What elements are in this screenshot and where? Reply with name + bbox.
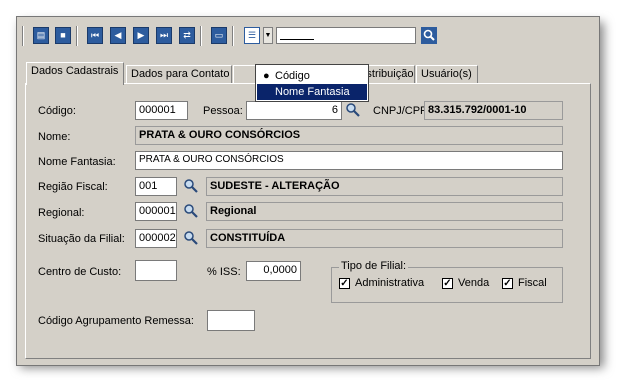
centro-custo-field[interactable] xyxy=(135,260,177,281)
menu-item-label: Código xyxy=(275,70,310,82)
nome-value: PRATA & OURO CONSÓRCIOS xyxy=(135,126,563,145)
next-record-icon[interactable]: ▶ xyxy=(133,27,149,44)
codigo-field[interactable]: 000001 xyxy=(135,101,188,120)
menu-item-codigo[interactable]: ● Código xyxy=(257,68,367,84)
tipo-filial-legend: Tipo de Filial: xyxy=(339,260,409,272)
situacao-field[interactable]: 000002 xyxy=(135,229,177,248)
administrativa-label: Administrativa xyxy=(355,277,425,289)
regiao-fiscal-desc: SUDESTE - ALTERAÇÃO xyxy=(206,177,563,196)
cnpj-label: CNPJ/CPF: xyxy=(373,105,430,117)
venda-checkbox[interactable]: ✓ xyxy=(442,278,453,289)
first-record-icon[interactable]: ⏮ xyxy=(87,27,103,44)
last-record-icon[interactable]: ⏭ xyxy=(156,27,172,44)
search-icon[interactable] xyxy=(183,203,199,219)
regiao-fiscal-label: Região Fiscal: xyxy=(38,181,108,193)
situacao-desc: CONSTITUÍDA xyxy=(206,229,563,248)
list-icon[interactable]: ☰ xyxy=(244,27,260,44)
toolbar: ▤ ■ ⏮ ◀ ▶ ⏭ ⇄ ▭ ☰ ▼ xyxy=(17,17,599,55)
pessoa-label: Pessoa: xyxy=(203,105,243,117)
chevron-down-icon[interactable]: ▼ xyxy=(263,27,273,44)
tab-dados-para-contato[interactable]: Dados para Contato xyxy=(126,65,232,84)
tab-dados-cadastrais[interactable]: Dados Cadastrais xyxy=(26,62,124,85)
regional-label: Regional: xyxy=(38,207,85,219)
toolbar-separator xyxy=(76,26,78,46)
regiao-fiscal-field[interactable]: 001 xyxy=(135,177,177,196)
nome-label: Nome: xyxy=(38,131,71,143)
regional-field[interactable]: 000001 xyxy=(135,202,177,221)
toolbar-separator xyxy=(200,26,202,46)
tab-label: Usuário(s) xyxy=(421,68,472,80)
situacao-label: Situação da Filial: xyxy=(38,233,125,245)
fiscal-checkbox[interactable]: ✓ xyxy=(502,278,513,289)
new-document-icon[interactable]: ▤ xyxy=(33,27,49,44)
codigo-label: Código: xyxy=(38,105,76,117)
administrativa-checkbox[interactable]: ✓ xyxy=(339,278,350,289)
toolbar-separator xyxy=(232,26,234,46)
previous-record-icon[interactable]: ◀ xyxy=(110,27,126,44)
tab-label: Dados para Contato xyxy=(131,68,230,80)
menu-item-nome-fantasia[interactable]: Nome Fantasia xyxy=(257,84,367,100)
search-icon[interactable] xyxy=(345,102,361,118)
iss-field[interactable]: 0,0000 xyxy=(246,261,301,281)
toolbar-separator xyxy=(22,26,24,46)
menu-item-label: Nome Fantasia xyxy=(275,86,350,98)
fiscal-label: Fiscal xyxy=(518,277,547,289)
tab-usuarios[interactable]: Usuário(s) xyxy=(416,65,478,84)
agrupamento-label: Código Agrupamento Remessa: xyxy=(38,315,194,327)
pessoa-field[interactable]: 6 xyxy=(246,101,342,120)
delete-icon[interactable]: ■ xyxy=(55,27,71,44)
regional-desc: Regional xyxy=(206,202,563,221)
app-window: ▤ ■ ⏮ ◀ ▶ ⏭ ⇄ ▭ ☰ ▼ ● Código Nome Fantas… xyxy=(16,16,600,366)
tab-label: Dados Cadastrais xyxy=(31,65,119,77)
venda-label: Venda xyxy=(458,277,490,289)
bullet-icon: ● xyxy=(263,70,270,82)
search-icon[interactable] xyxy=(421,27,437,44)
refresh-icon[interactable]: ⇄ xyxy=(179,27,195,44)
centro-custo-label: Centro de Custo: xyxy=(38,266,122,278)
print-icon[interactable]: ▭ xyxy=(211,27,227,44)
cnpj-value: 83.315.792/0001-10 xyxy=(424,101,563,120)
dropdown-menu: ● Código Nome Fantasia xyxy=(255,64,369,102)
search-icon[interactable] xyxy=(183,178,199,194)
nome-fantasia-label: Nome Fantasia: xyxy=(38,156,116,168)
search-icon[interactable] xyxy=(183,230,199,246)
search-input[interactable] xyxy=(276,27,416,44)
agrupamento-field[interactable] xyxy=(207,310,255,331)
iss-label: % ISS: xyxy=(207,266,241,278)
nome-fantasia-field[interactable]: PRATA & OURO CONSÓRCIOS xyxy=(135,151,563,170)
